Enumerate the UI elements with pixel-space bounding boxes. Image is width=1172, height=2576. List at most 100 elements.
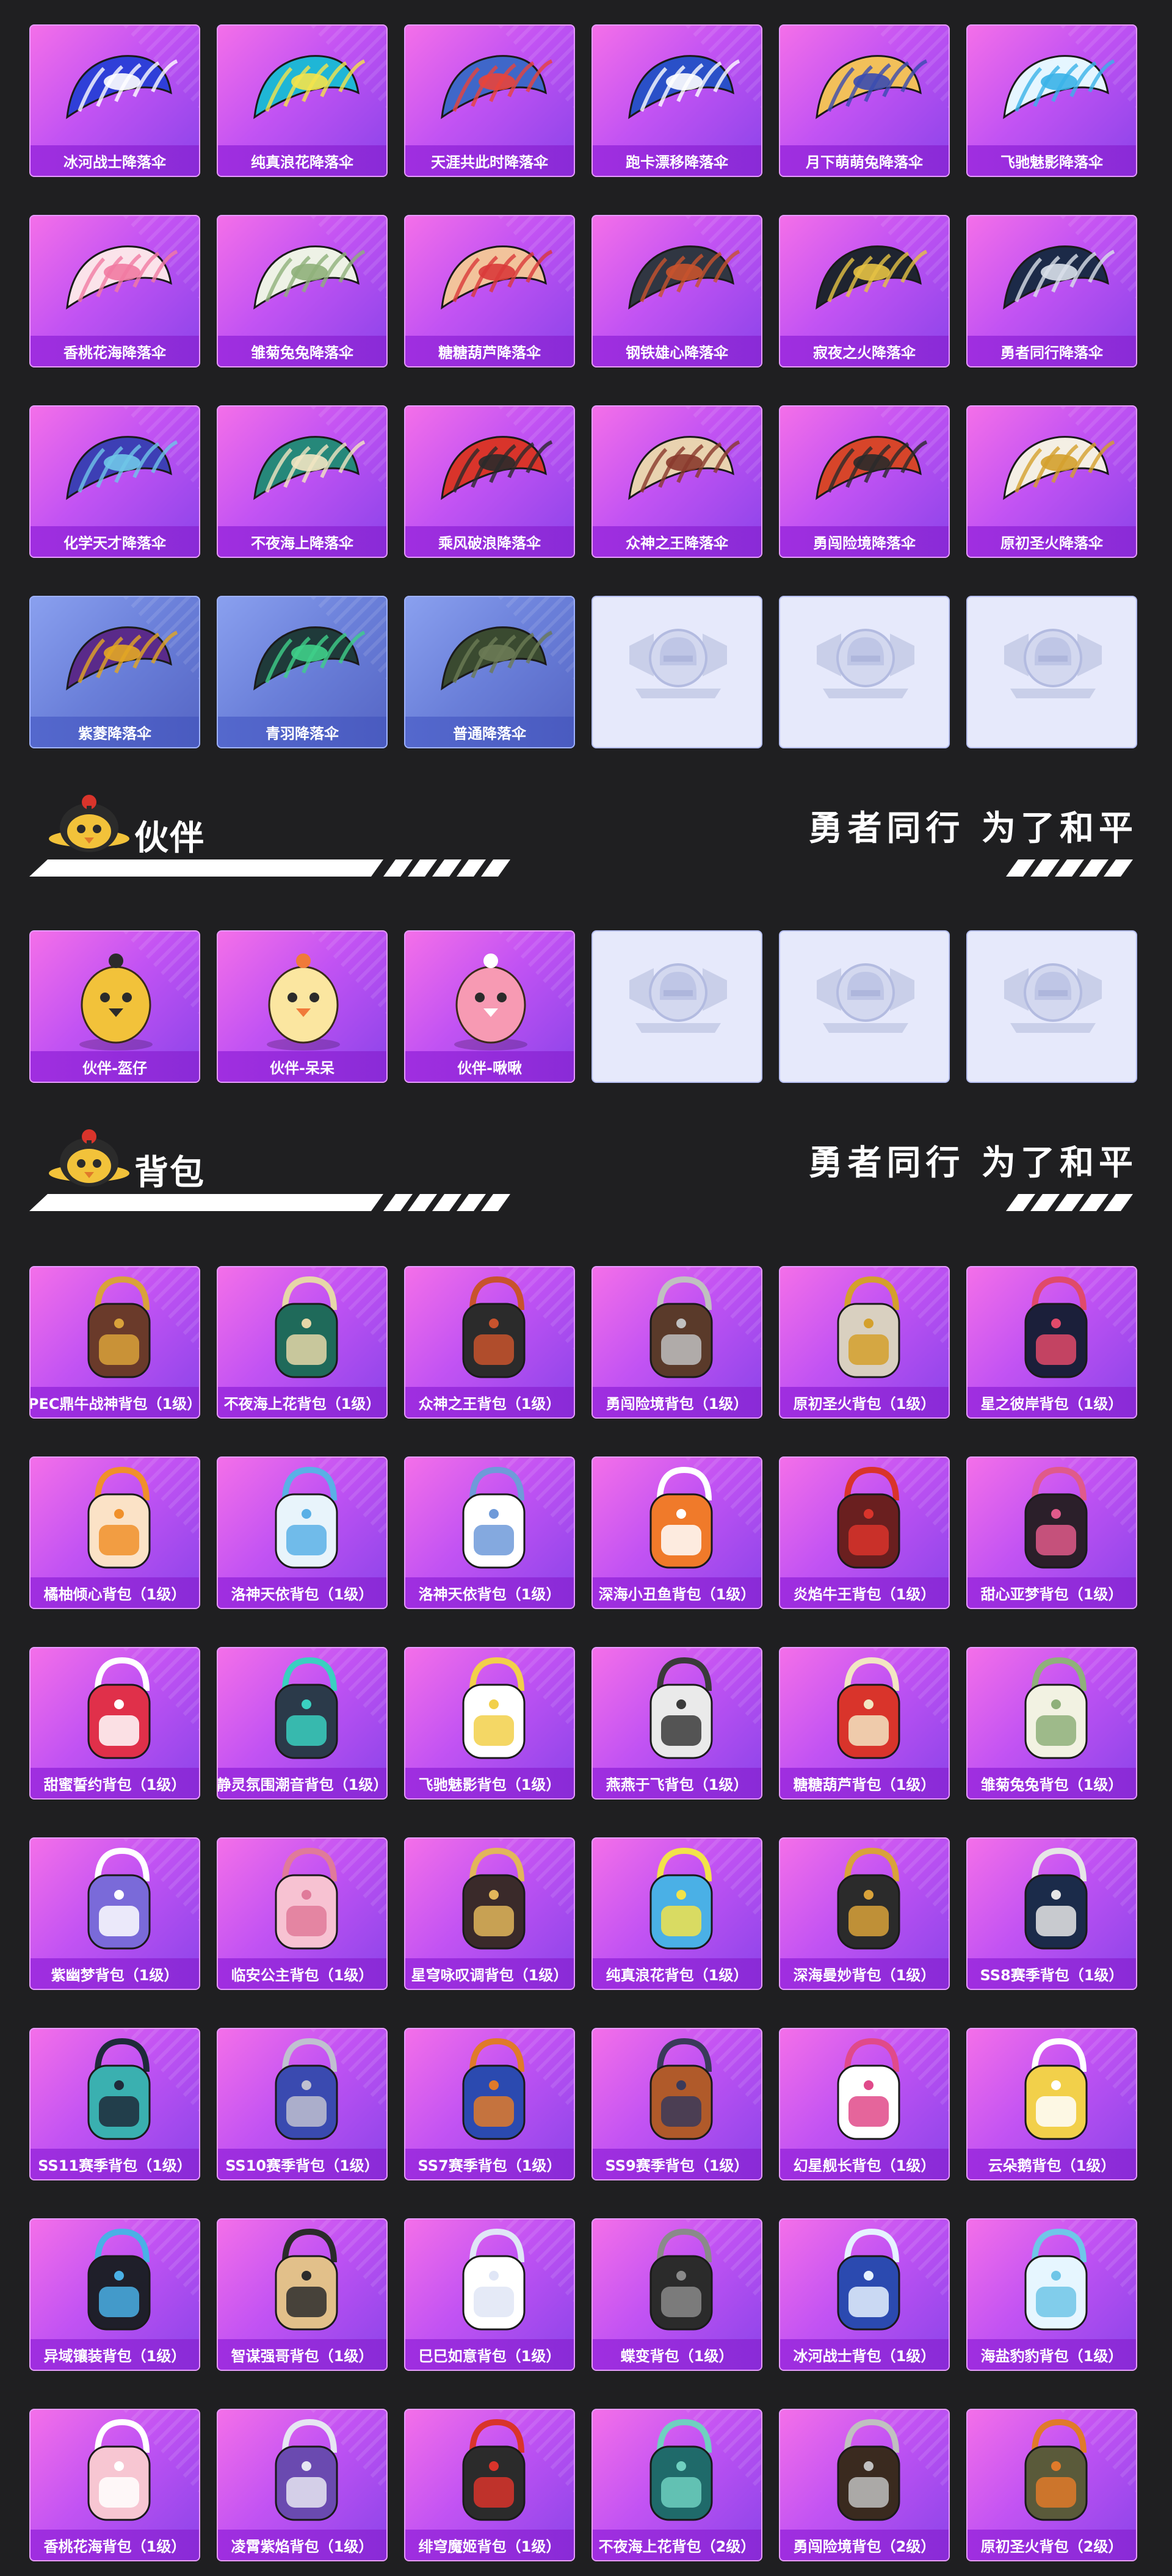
backpack-card[interactable]: 甜蜜誓约背包（1级）: [29, 1647, 200, 1800]
backpack-art-icon: [1024, 1466, 1088, 1569]
parachute-card[interactable]: 飞驰魅影降落伞: [966, 24, 1137, 177]
backpack-name-label: SS9赛季背包（1级）: [593, 2149, 761, 2179]
backpack-card[interactable]: 洛神天依背包（1级）: [217, 1456, 388, 1609]
backpack-name-label: 洛神天依背包（1级）: [405, 1577, 574, 1608]
backpack-card[interactable]: 海盐豹豹背包（1级）: [966, 2218, 1137, 2371]
parachute-name-label: 勇者同行降落伞: [968, 336, 1136, 366]
backpack-card[interactable]: 巳巳如意背包（1级）: [404, 2218, 575, 2371]
parachute-card[interactable]: 勇闯险境降落伞: [779, 405, 950, 558]
backpack-card[interactable]: 蝶变背包（1级）: [591, 2218, 762, 2371]
companion-card[interactable]: 伙伴-啾啾: [404, 930, 575, 1083]
backpack-card[interactable]: 深海曼妙背包（1级）: [779, 1837, 950, 1990]
parachute-name-label: 纯真浪花降落伞: [218, 145, 386, 176]
backpack-card[interactable]: 不夜海上花背包（2级）: [591, 2409, 762, 2561]
parachute-card[interactable]: 众神之王降落伞: [591, 405, 762, 558]
backpack-card[interactable]: 洛神天依背包（1级）: [404, 1456, 575, 1609]
backpack-card[interactable]: 凌霄紫焰背包（1级）: [217, 2409, 388, 2561]
companion-card[interactable]: 伙伴-呆呆: [217, 930, 388, 1083]
backpack-card[interactable]: PEC鼎牛战神背包（1级）: [29, 1266, 200, 1419]
parachute-art-icon: [1003, 55, 1115, 120]
parachute-card[interactable]: 寂夜之火降落伞: [779, 215, 950, 367]
backpack-section-header: 背包 勇者同行 为了和平: [29, 1122, 1138, 1211]
parachute-card[interactable]: 香桃花海降落伞: [29, 215, 200, 367]
parachute-card[interactable]: 钢铁雄心降落伞: [591, 215, 762, 367]
backpack-card[interactable]: 原初圣火背包（1级）: [779, 1266, 950, 1419]
backpack-name-label: 冰河战士背包（1级）: [780, 2339, 949, 2370]
parachute-card[interactable]: 冰河战士降落伞: [29, 24, 200, 177]
backpack-card[interactable]: 飞驰魅影背包（1级）: [404, 1647, 575, 1800]
parachute-name-label: 雏菊兔兔降落伞: [218, 336, 386, 366]
backpack-card[interactable]: 燕燕于飞背包（1级）: [591, 1647, 762, 1800]
backpack-card[interactable]: SS7赛季背包（1级）: [404, 2028, 575, 2180]
parachute-card[interactable]: 雏菊兔兔降落伞: [217, 215, 388, 367]
backpack-card[interactable]: SS8赛季背包（1级）: [966, 1837, 1137, 1990]
backpack-card[interactable]: 众神之王背包（1级）: [404, 1266, 575, 1419]
parachute-card[interactable]: 普通降落伞: [404, 596, 575, 748]
placeholder-emblem-icon: [817, 963, 914, 1033]
parachute-card[interactable]: 紫菱降落伞: [29, 596, 200, 748]
backpack-name-label: 海盐豹豹背包（1级）: [968, 2339, 1136, 2370]
parachute-name-label: 飞驰魅影降落伞: [968, 145, 1136, 176]
backpack-card[interactable]: 星之彼岸背包（1级）: [966, 1266, 1137, 1419]
backpack-card[interactable]: 冰河战士背包（1级）: [779, 2218, 950, 2371]
backpack-card[interactable]: 云朵鹅背包（1级）: [966, 2028, 1137, 2180]
backpack-card[interactable]: SS11赛季背包（1级）: [29, 2028, 200, 2180]
parachute-name-label: 不夜海上降落伞: [218, 526, 386, 557]
parachute-card[interactable]: 乘风破浪降落伞: [404, 405, 575, 558]
companion-card[interactable]: 伙伴-盔仔: [29, 930, 200, 1083]
backpack-card[interactable]: 绯穹魔姬背包（1级）: [404, 2409, 575, 2561]
backpack-card[interactable]: 幻星舰长背包（1级）: [779, 2028, 950, 2180]
backpack-name-label: 雏菊兔兔背包（1级）: [968, 1768, 1136, 1798]
backpack-name-label: 众神之王背包（1级）: [405, 1387, 574, 1417]
backpack-card[interactable]: 异域镶装背包（1级）: [29, 2218, 200, 2371]
placeholder-emblem-icon: [629, 963, 727, 1033]
backpack-art-icon: [87, 1657, 151, 1759]
backpack-card[interactable]: 星穹咏叹调背包（1级）: [404, 1837, 575, 1990]
backpack-card[interactable]: 深海小丑鱼背包（1级）: [591, 1456, 762, 1609]
section-underline-bar: [29, 859, 510, 877]
backpack-card[interactable]: 勇闯险境背包（1级）: [591, 1266, 762, 1419]
section-title: 伙伴: [134, 819, 205, 858]
backpack-card[interactable]: SS10赛季背包（1级）: [217, 2028, 388, 2180]
backpack-card[interactable]: 橘柚倾心背包（1级）: [29, 1456, 200, 1609]
backpack-card[interactable]: 临安公主背包（1级）: [217, 1837, 388, 1990]
parachute-art-icon: [441, 55, 553, 120]
parachute-art-icon: [253, 55, 366, 120]
parachute-card[interactable]: 月下萌萌兔降落伞: [779, 24, 950, 177]
backpack-card[interactable]: 雏菊兔兔背包（1级）: [966, 1647, 1137, 1800]
parachute-card[interactable]: 跑卡漂移降落伞: [591, 24, 762, 177]
parachute-card[interactable]: 天涯共此时降落伞: [404, 24, 575, 177]
parachute-card[interactable]: 纯真浪花降落伞: [217, 24, 388, 177]
parachute-name-label: 跑卡漂移降落伞: [593, 145, 761, 176]
backpack-card[interactable]: 勇闯险境背包（2级）: [779, 2409, 950, 2561]
backpack-card[interactable]: 纯真浪花背包（1级）: [591, 1837, 762, 1990]
backpack-card[interactable]: 原初圣火背包（2级）: [966, 2409, 1137, 2561]
backpack-card[interactable]: 糖糖葫芦背包（1级）: [779, 1647, 950, 1800]
backpack-art-icon: [275, 2038, 338, 2140]
backpack-art-icon: [462, 2038, 526, 2140]
backpack-card[interactable]: 香桃花海背包（1级）: [29, 2409, 200, 2561]
backpack-art-icon: [837, 2419, 900, 2521]
empty-item-slot: [966, 596, 1137, 748]
parachute-card[interactable]: 原初圣火降落伞: [966, 405, 1137, 558]
backpack-card[interactable]: 甜心亚梦背包（1级）: [966, 1456, 1137, 1609]
parachute-card[interactable]: 糖糖葫芦降落伞: [404, 215, 575, 367]
companion-name-label: 伙伴-啾啾: [405, 1051, 574, 1082]
backpack-name-label: 蝶变背包（1级）: [593, 2339, 761, 2370]
parachute-name-label: 冰河战士降落伞: [31, 145, 199, 176]
backpack-card[interactable]: SS9赛季背包（1级）: [591, 2028, 762, 2180]
parachute-card[interactable]: 青羽降落伞: [217, 596, 388, 748]
backpack-card[interactable]: 静灵氛围潮音背包（1级）: [217, 1647, 388, 1800]
backpack-art-icon: [1024, 2228, 1088, 2331]
backpack-name-label: 勇闯险境背包（1级）: [593, 1387, 761, 1417]
backpack-name-label: 纯真浪花背包（1级）: [593, 1958, 761, 1989]
parachute-card[interactable]: 勇者同行降落伞: [966, 215, 1137, 367]
parachute-card[interactable]: 化学天才降落伞: [29, 405, 200, 558]
backpack-card[interactable]: 紫幽梦背包（1级）: [29, 1837, 200, 1990]
backpack-art-icon: [87, 1466, 151, 1569]
parachute-card[interactable]: 不夜海上降落伞: [217, 405, 388, 558]
backpack-card[interactable]: 智谋强哥背包（1级）: [217, 2218, 388, 2371]
backpack-card[interactable]: 不夜海上花背包（1级）: [217, 1266, 388, 1419]
helmet-mascot-icon: [49, 1129, 129, 1187]
backpack-card[interactable]: 炎焰牛王背包（1级）: [779, 1456, 950, 1609]
